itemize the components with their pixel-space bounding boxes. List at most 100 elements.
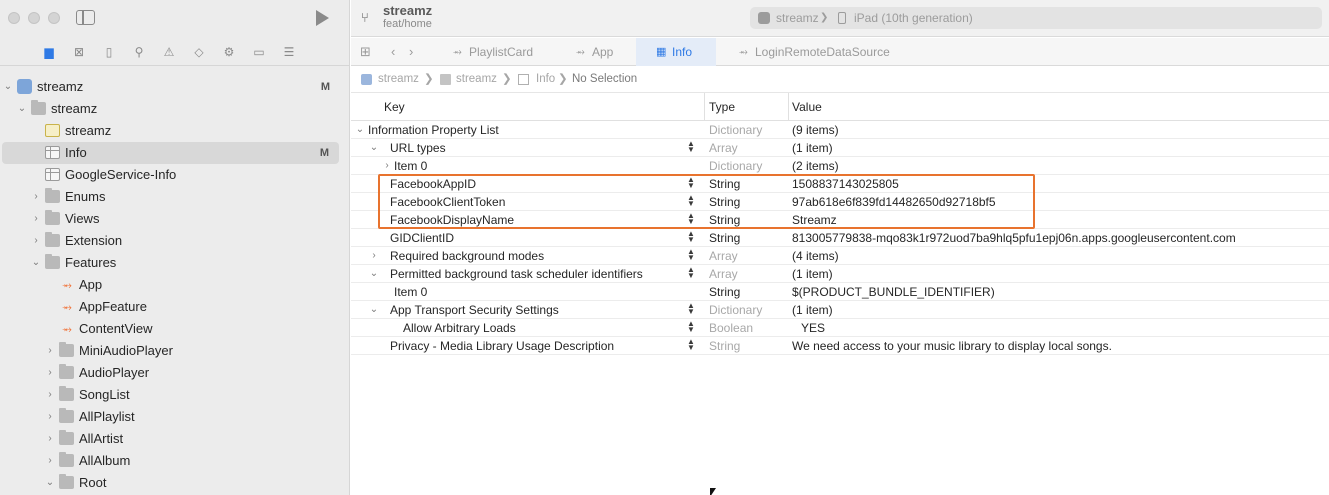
type-stepper-icon[interactable]: ▲ ▼ [687, 320, 695, 334]
swift-icon: ⥇ [62, 278, 72, 292]
jump-bar-file[interactable]: Info [536, 66, 555, 93]
table-row[interactable]: ⌄ Information Property List Dictionary (… [351, 121, 1329, 139]
chevron-right-icon[interactable]: › [30, 230, 42, 252]
type-stepper-icon[interactable]: ▲ ▼ [687, 338, 695, 352]
tree-item-features[interactable]: ⌄ Features [0, 252, 350, 274]
type-stepper-icon[interactable]: ▲ ▼ [687, 248, 695, 262]
tree-item-label: Enums [65, 189, 106, 204]
tree-item-project-root[interactable]: ⌄ streamz M [0, 76, 350, 98]
chevron-down-icon[interactable]: ⌄ [30, 252, 42, 274]
tab-login-remote-data-source[interactable]: ⥇ LoginRemoteDataSource [719, 38, 909, 66]
jump-bar-project[interactable]: streamz [378, 66, 419, 93]
minimize-window-button[interactable] [28, 12, 40, 24]
chevron-down-icon[interactable]: ⌄ [2, 76, 14, 98]
run-destination[interactable]: iPad (10th generation) [854, 7, 973, 29]
tree-item-all-album[interactable]: › AllAlbum [0, 450, 350, 472]
column-header-key[interactable]: Key [384, 93, 405, 121]
tree-item-google-service-info[interactable]: GoogleService-Info [0, 164, 350, 186]
tree-item-views[interactable]: › Views [0, 208, 350, 230]
tree-item-app[interactable]: ⥇ App [0, 274, 350, 296]
tree-item-app-feature[interactable]: ⥇ AppFeature [0, 296, 350, 318]
sidebar-toggle-icon[interactable] [76, 10, 95, 25]
table-row[interactable]: › Item 0 Dictionary (2 items) [351, 157, 1329, 175]
table-row[interactable]: Allow Arbitrary Loads ▲ ▼ Boolean YES [351, 319, 1329, 337]
column-header-type[interactable]: Type [709, 93, 735, 121]
table-row[interactable]: Item 0 String $(PRODUCT_BUNDLE_IDENTIFIE… [351, 283, 1329, 301]
scheme-selector[interactable]: streamz ❯ iPad (10th generation) [750, 7, 1322, 29]
chevron-right-icon[interactable]: › [30, 186, 42, 208]
column-divider[interactable] [704, 93, 705, 121]
tree-item-audio-player[interactable]: › AudioPlayer [0, 362, 350, 384]
tree-item-all-artist[interactable]: › AllArtist [0, 428, 350, 450]
chevron-down-icon[interactable]: ⌄ [355, 121, 365, 139]
table-row[interactable]: GIDClientID ▲ ▼ String 813005779838-mqo83… [351, 229, 1329, 247]
column-header-value[interactable]: Value [792, 93, 822, 121]
row-value[interactable]: $(PRODUCT_BUNDLE_IDENTIFIER) [792, 283, 995, 301]
tree-item-group[interactable]: ⌄ streamz [0, 98, 350, 120]
type-stepper-icon[interactable]: ▲ ▼ [687, 266, 695, 280]
jump-bar-group[interactable]: streamz [456, 66, 497, 93]
table-row[interactable]: › Required background modes ▲ ▼ Array (4 … [351, 247, 1329, 265]
run-button[interactable] [316, 10, 329, 26]
table-row[interactable]: ⌄ App Transport Security Settings ▲ ▼ Dic… [351, 301, 1329, 319]
row-value[interactable]: YES [801, 319, 825, 337]
tree-item-content-view[interactable]: ⥇ ContentView [0, 318, 350, 340]
folder-icon[interactable]: ▆ [41, 44, 57, 60]
chevron-right-icon[interactable]: › [382, 157, 392, 175]
chevron-down-icon[interactable]: ⌄ [44, 472, 56, 494]
row-value: (9 items) [792, 123, 839, 137]
tab-playlist-card[interactable]: ⥇ PlaylistCard [433, 38, 553, 66]
close-window-button[interactable] [8, 12, 20, 24]
chevron-down-icon[interactable]: ⌄ [369, 265, 379, 283]
type-stepper-icon[interactable]: ▲ ▼ [687, 140, 695, 154]
debug-icon[interactable]: ⚙ [221, 44, 237, 60]
table-row[interactable]: Privacy - Media Library Usage Descriptio… [351, 337, 1329, 355]
tree-item-all-playlist[interactable]: › AllPlaylist [0, 406, 350, 428]
column-divider[interactable] [788, 93, 789, 121]
plist-icon [45, 168, 60, 181]
swift-icon: ⥇ [62, 300, 72, 314]
row-value[interactable]: We need access to your music library to … [792, 337, 1112, 355]
chevron-right-icon[interactable]: › [44, 450, 56, 472]
scheme-target[interactable]: streamz [776, 7, 819, 29]
branch-name[interactable]: feat/home [383, 18, 432, 30]
zoom-window-button[interactable] [48, 12, 60, 24]
chevron-right-icon[interactable]: › [44, 362, 56, 384]
table-row[interactable]: ⌄ URL types ▲ ▼ Array (1 item) [351, 139, 1329, 157]
row-value: (2 items) [792, 159, 839, 173]
tree-item-mini-audio-player[interactable]: › MiniAudioPlayer [0, 340, 350, 362]
chevron-right-icon[interactable]: › [44, 384, 56, 406]
tree-item-assets[interactable]: streamz [0, 120, 350, 142]
back-arrow-icon[interactable]: ‹ [391, 44, 395, 60]
tree-item-song-list[interactable]: › SongList [0, 384, 350, 406]
table-row[interactable]: ⌄ Permitted background task scheduler id… [351, 265, 1329, 283]
issues-icon[interactable]: ⚠ [161, 44, 177, 60]
type-stepper-icon[interactable]: ▲ ▼ [687, 302, 695, 316]
type-stepper-icon[interactable]: ▲ ▼ [687, 230, 695, 244]
breakpoints-icon[interactable]: ▭ [251, 44, 267, 60]
row-value[interactable]: 813005779838-mqo83k1r972uod7ba9hlq5pfu1e… [792, 229, 1236, 247]
chevron-down-icon[interactable]: ⌄ [369, 139, 379, 157]
chevron-down-icon[interactable]: ⌄ [16, 98, 28, 120]
chevron-right-icon[interactable]: › [30, 208, 42, 230]
find-icon[interactable]: ⚲ [131, 44, 147, 60]
tests-icon[interactable]: ◇ [191, 44, 207, 60]
tab-info[interactable]: ▦ Info [636, 38, 716, 66]
tree-item-info[interactable]: Info M [2, 142, 339, 164]
row-value: (1 item) [792, 303, 833, 317]
tree-item-extension[interactable]: › Extension [0, 230, 350, 252]
jump-bar-selection[interactable]: No Selection [572, 66, 637, 93]
chevron-down-icon[interactable]: ⌄ [369, 301, 379, 319]
bookmark-icon[interactable]: ▯ [101, 44, 117, 60]
chevron-right-icon[interactable]: › [44, 340, 56, 362]
source-control-icon[interactable]: ⊠ [71, 44, 87, 60]
chevron-right-icon[interactable]: › [369, 247, 379, 265]
tree-item-enums[interactable]: › Enums [0, 186, 350, 208]
chevron-right-icon[interactable]: › [44, 428, 56, 450]
forward-arrow-icon[interactable]: › [409, 44, 413, 60]
tab-app[interactable]: ⥇ App [556, 38, 636, 66]
tree-item-root[interactable]: ⌄ Root [0, 472, 350, 494]
related-items-icon[interactable]: ⊞ [360, 44, 371, 60]
chevron-right-icon[interactable]: › [44, 406, 56, 428]
reports-icon[interactable]: ☰ [281, 44, 297, 60]
